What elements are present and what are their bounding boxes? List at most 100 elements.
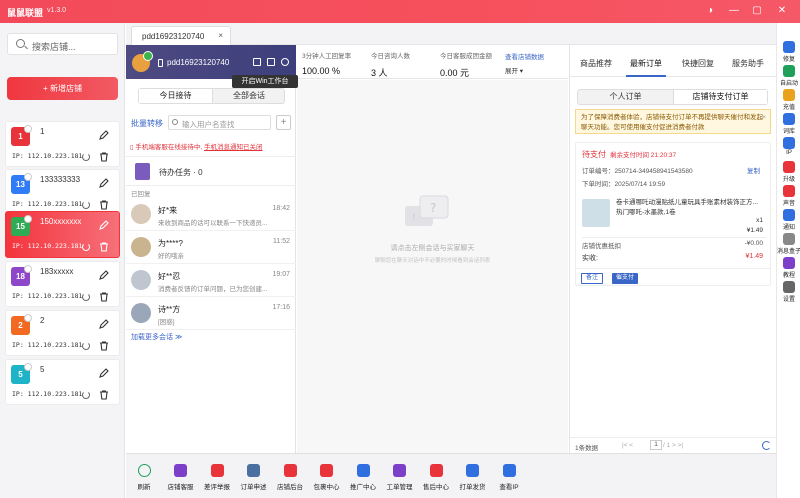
delete-icon[interactable] [99, 390, 109, 400]
add-store-button[interactable]: + 新增店铺 [7, 77, 118, 100]
store-item[interactable]: 5 5 IP: 112.10.223.181 [5, 359, 120, 405]
toolbar-label: 包裹中心 [313, 484, 340, 491]
close-button[interactable]: ✕ [775, 4, 789, 18]
tool-lexicon[interactable]: 词库 [777, 112, 800, 136]
tool-recharge[interactable]: 充值 [777, 88, 800, 112]
print-ship-button[interactable]: 打单发货 [458, 461, 488, 495]
page-input[interactable]: 1 [650, 440, 662, 450]
maximize-button[interactable]: ▢ [750, 4, 764, 18]
tab-today[interactable]: 今日接待 [139, 89, 213, 103]
tab-close-icon[interactable]: × [218, 31, 223, 40]
toolbar-label: 店铺后台 [277, 484, 303, 491]
tool-settings[interactable]: 设置 [777, 280, 800, 304]
edit-icon[interactable] [99, 178, 109, 188]
order-appeal-button[interactable]: 订单申述 [239, 461, 269, 495]
tool-upgrade[interactable]: 升级 [777, 160, 800, 184]
edit-icon[interactable] [99, 270, 109, 280]
shop-backend-icon [283, 464, 297, 477]
shop-data-link[interactable]: 查看店铺数据 [505, 51, 544, 61]
refresh-icon[interactable] [82, 342, 90, 350]
add-button[interactable]: + [276, 115, 291, 130]
delete-icon[interactable] [99, 341, 109, 351]
total-next-buttons[interactable]: / 1 > >| [663, 442, 683, 449]
refresh-icon[interactable] [82, 293, 90, 301]
store-item[interactable]: 13 133333333 IP: 112.10.223.181 [5, 169, 120, 215]
tab-product-recommend[interactable]: 商品推荐 [580, 58, 612, 69]
copy-button[interactable]: 复制 [747, 165, 760, 175]
tool-repair[interactable]: 修复 [777, 40, 800, 64]
tab-quick-reply[interactable]: 快捷回复 [682, 58, 714, 69]
store-search-input[interactable]: 搜索店铺... [7, 33, 118, 55]
account-avatar[interactable] [132, 51, 153, 72]
store-item[interactable]: 15 150xxxxxxx IP: 112.10.223.181 [5, 211, 120, 258]
settings-icon[interactable] [281, 58, 289, 66]
tab-personal-orders[interactable]: 个人订单 [578, 90, 673, 104]
shop-backend-button[interactable]: 店铺后台 [275, 461, 305, 495]
urge-payment-button[interactable]: 催支付 [612, 273, 639, 284]
delete-icon[interactable] [99, 242, 109, 252]
notification-link[interactable]: 手机消息通知已关闭 [204, 144, 263, 151]
load-more-link[interactable]: 加载更多会话 ≫ [131, 332, 182, 342]
tab-latest-orders[interactable]: 最新订单 [630, 58, 662, 69]
tab-all-sessions[interactable]: 全部会话 [213, 89, 285, 103]
delete-icon[interactable] [99, 152, 109, 162]
shop-service-button[interactable]: 店铺客服 [166, 461, 196, 495]
tool-label: 通知 [782, 225, 795, 231]
parcel-center-button[interactable]: 包裹中心 [312, 461, 342, 495]
bulk-transfer-link[interactable]: 批量转移 [131, 118, 163, 129]
refresh-button[interactable]: 刷新 [129, 461, 159, 495]
message-box-icon [783, 233, 795, 245]
qrcode-icon[interactable] [267, 58, 275, 66]
product-thumbnail[interactable] [582, 199, 610, 227]
close-icon[interactable]: × [762, 113, 766, 123]
divider [582, 237, 766, 238]
parcel-center-icon [320, 464, 333, 477]
aftersale-center-button[interactable]: 售后中心 [421, 461, 451, 495]
ticket-manage-button[interactable]: 工单管理 [385, 461, 415, 495]
first-prev-buttons[interactable]: |< < [622, 442, 633, 449]
store-item[interactable]: 1 1 IP: 112.10.223.181 [5, 121, 120, 167]
note-button[interactable]: 备注 [581, 273, 604, 284]
tool-notify[interactable]: 通知 [777, 208, 800, 232]
promo-center-button[interactable]: 推广中心 [348, 461, 378, 495]
edit-icon[interactable] [99, 130, 109, 140]
refresh-icon[interactable] [762, 441, 771, 450]
tool-sound[interactable]: 声音 [777, 184, 800, 208]
edit-icon[interactable] [99, 319, 109, 329]
pending-tasks[interactable]: 待办任务 · 0 [126, 156, 296, 186]
tool-label: 设置 [782, 297, 795, 303]
order-status: 待支付 剩余支付时间 21:20:37 [582, 149, 676, 160]
delete-icon[interactable] [99, 292, 109, 302]
refresh-icon[interactable] [82, 243, 90, 251]
store-item[interactable]: 18 183xxxxx IP: 112.10.223.181 [5, 261, 120, 307]
tab-shop-pending-orders[interactable]: 店铺待支付订单 [673, 90, 767, 104]
tool-ip[interactable]: IP [777, 136, 800, 160]
user-search-input[interactable]: 输入用户名查找 [168, 115, 271, 130]
tab-service-assistant[interactable]: 服务助手 [732, 58, 764, 69]
expand-toggle[interactable]: 展开 ▾ [505, 65, 523, 75]
store-name: 5 [40, 365, 45, 374]
tool-autostart[interactable]: 自启动 [777, 64, 800, 88]
minimize-button[interactable]: — [727, 4, 741, 18]
store-item[interactable]: 2 2 IP: 112.10.223.181 [5, 310, 120, 356]
conversation-item[interactable]: 好**忍 消费者反馈的订单问题，已为您创建... 19:07 [126, 265, 296, 297]
stats-bar: 3分钟人工回复率 100.00 % 今日咨询人数 3 人今日客服成团金额 0.00 元 … [297, 45, 568, 79]
conversation-item[interactable]: 诗**方 [困惑] 17:16 [126, 298, 296, 330]
bad-review-report-button[interactable]: 差评举报 [202, 461, 232, 495]
tab-account[interactable]: pdd16923120740 × [131, 26, 231, 45]
toolbar-label: 刷新 [137, 484, 151, 491]
tool-tutorial[interactable]: 教程 [777, 256, 800, 280]
conversation-item[interactable]: 为****? 好的哦亲 11:52 [126, 232, 296, 264]
refresh-icon[interactable] [82, 153, 90, 161]
active-tab-indicator [626, 75, 666, 77]
refresh-icon[interactable] [82, 201, 90, 209]
conversation-item[interactable]: 好*来 来收到商品的话可以联系一下快递员... 18:42 [126, 199, 296, 231]
edit-icon[interactable] [99, 220, 109, 230]
edit-icon[interactable] [99, 368, 109, 378]
delete-icon[interactable] [99, 200, 109, 210]
tool-message-box[interactable]: 消息盒子 [777, 232, 800, 256]
skin-icon[interactable]: ◑ [703, 4, 717, 18]
refresh-icon[interactable] [82, 391, 90, 399]
view-ip-button[interactable]: 查看IP [494, 461, 524, 495]
workbench-icon[interactable] [253, 58, 261, 66]
